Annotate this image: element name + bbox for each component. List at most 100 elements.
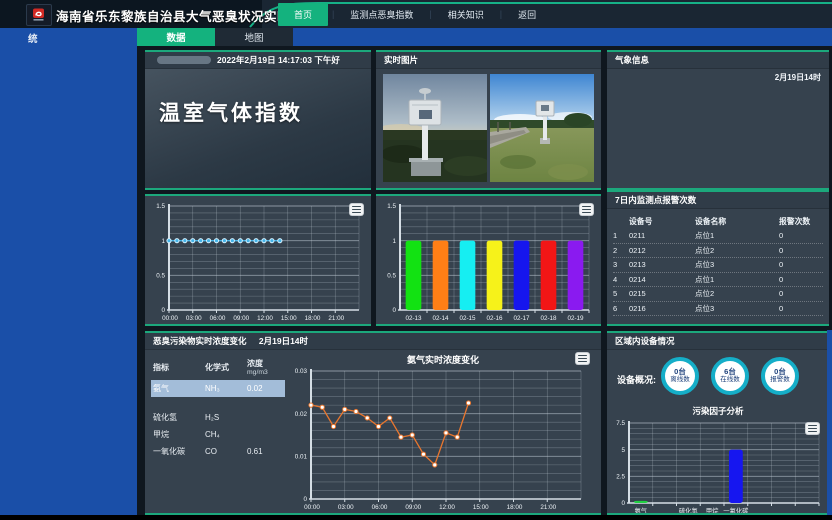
chart-menu-icon[interactable] [580, 204, 593, 215]
left-blue-band-foot [0, 455, 146, 515]
svg-text:02-15: 02-15 [459, 315, 476, 322]
weather-title: 气象信息 [607, 52, 829, 69]
dashboard-content: 2022年2月19日 14:17:03 下午好 温室气体指数 实时图片 [137, 46, 832, 515]
svg-text:02-18: 02-18 [540, 315, 557, 322]
alarm-table: 设备号 设备名称 报警次数 10211 点位10 20212 点位20 3021… [613, 214, 823, 316]
pollution-factor-title: 污染因子分析 [607, 405, 829, 417]
pollutant-table-header: 指标 化学式 浓度mg/m3 [151, 357, 285, 377]
svg-text:02-16: 02-16 [486, 315, 503, 322]
daily-index-bar-chart: 0 0.5 1 1.5 02-13 02-14 02-15 02-16 02-17 02-18 02… [376, 196, 601, 326]
station-photo-dusk [383, 74, 487, 182]
device-panel-title: 区域内设备情况 [607, 333, 829, 350]
svg-text:甲烷: 甲烷 [706, 506, 719, 515]
alarm-count-badge: 0台 报警数 [761, 357, 799, 395]
svg-text:21:00: 21:00 [540, 504, 556, 511]
alarm-table-title: 7日内监测点报警次数 [607, 192, 829, 209]
svg-text:00:00: 00:00 [304, 504, 320, 511]
svg-text:0: 0 [392, 307, 396, 314]
site-logo [26, 4, 52, 26]
greenhouse-index-title: 温室气体指数 [159, 97, 303, 127]
header-pill-decoration [157, 56, 211, 64]
nav-item-home[interactable]: 首页 [278, 3, 328, 26]
svg-text:硫化氢: 硫化氢 [679, 506, 699, 515]
panel-alarm-counts: 7日内监测点报警次数 设备号 设备名称 报警次数 10211 点位10 2021… [607, 190, 829, 326]
tab-row: 统 数据 地图 [0, 28, 832, 46]
svg-text:5: 5 [621, 447, 625, 454]
svg-text:1: 1 [161, 238, 165, 245]
svg-text:15:00: 15:00 [281, 315, 297, 322]
bottom-edge [0, 515, 832, 520]
svg-text:0.03: 0.03 [295, 368, 308, 375]
nav-item-back[interactable]: 返回 [506, 3, 548, 26]
weather-date: 2月19日14时 [775, 72, 821, 83]
pollutant-table: 指标 化学式 浓度mg/m3 氨气 NH₃ 0.02 硫化氢 H₂S 甲烷 CH… [151, 357, 285, 460]
chart-menu-icon[interactable] [350, 204, 363, 215]
table-row: 20212 点位20 [613, 244, 823, 259]
panel-greenhouse-index: 2022年2月19日 14:17:03 下午好 温室气体指数 [145, 50, 371, 190]
svg-text:09:00: 09:00 [233, 315, 249, 322]
tab-map[interactable]: 地图 [215, 28, 293, 46]
svg-text:03:00: 03:00 [186, 315, 202, 322]
offline-count-badge: 0台 离线数 [661, 357, 699, 395]
svg-text:0.5: 0.5 [156, 273, 165, 280]
pollutant-row-h2s[interactable]: 硫化氢 H₂S [151, 409, 285, 426]
svg-text:21:00: 21:00 [328, 315, 344, 322]
svg-text:1.5: 1.5 [387, 203, 396, 210]
pollutant-row-ch4[interactable]: 甲烷 CH₄ [151, 426, 285, 443]
svg-text:02-13: 02-13 [405, 315, 422, 322]
svg-text:02-19: 02-19 [567, 315, 584, 322]
svg-text:12:00: 12:00 [439, 504, 455, 511]
tab-data[interactable]: 数据 [137, 28, 215, 46]
alarm-table-header: 设备号 设备名称 报警次数 [613, 214, 823, 229]
svg-text:12:00: 12:00 [257, 315, 273, 322]
panel-pollutant-concentration: 恶臭污染物实时浓度变化 2月19日14时 指标 化学式 浓度mg/m3 氨气 N… [145, 331, 601, 515]
online-count-badge: 6台 在线数 [711, 357, 749, 395]
svg-text:03:00: 03:00 [338, 504, 354, 511]
unit-label: mg/m3 [247, 369, 287, 376]
panel-live-photos: 实时图片 [376, 50, 601, 190]
pollution-factor-bar-chart: 02.557.5氨气硫化氢甲烷一氧化碳 [607, 419, 829, 515]
pollutant-row-nh3[interactable]: 氨气 NH₃ 0.02 [151, 380, 285, 397]
svg-text:06:00: 06:00 [372, 504, 388, 511]
chart-menu-icon[interactable] [806, 423, 819, 434]
nav-separator: | [332, 9, 334, 19]
main-nav: 首页 | 监测点恶臭指数 | 相关知识 | 返回 [278, 0, 548, 28]
device-overview-label: 设备概况: [617, 373, 656, 386]
svg-text:18:00: 18:00 [507, 504, 523, 511]
panel-weather-info: 气象信息 2月19日14时 [607, 50, 829, 190]
svg-text:06:00: 06:00 [210, 315, 226, 322]
svg-text:02-14: 02-14 [432, 315, 449, 322]
svg-text:00:00: 00:00 [162, 315, 178, 322]
svg-text:18:00: 18:00 [305, 315, 321, 322]
svg-text:7.5: 7.5 [616, 420, 625, 427]
panel-index-line-chart: 0 0.5 1 1.5 00:00 03:00 06:00 09:00 12:00 15:00 18… [145, 194, 371, 326]
pollutant-panel-title: 恶臭污染物实时浓度变化 [153, 336, 247, 346]
table-row: 60216 点位30 [613, 302, 823, 317]
svg-text:氨气: 氨气 [635, 506, 648, 515]
svg-text:0: 0 [303, 496, 307, 503]
right-blue-strip [827, 330, 832, 515]
svg-text:0.02: 0.02 [295, 411, 308, 418]
pollutant-row-co[interactable]: 一氧化碳 CO 0.61 [151, 443, 285, 460]
svg-text:0: 0 [161, 307, 165, 314]
logo-icon [31, 8, 47, 22]
live-photos-title: 实时图片 [376, 52, 601, 69]
chart-menu-icon[interactable] [576, 353, 589, 364]
svg-text:09:00: 09:00 [405, 504, 421, 511]
greenhouse-index-line-chart: 0 0.5 1 1.5 00:00 03:00 06:00 09:00 12:00 15:00 18… [145, 196, 371, 326]
pollutant-panel-date: 2月19日14时 [259, 336, 308, 346]
nh3-concentration-line-chart: 00.010.020.0300:0003:0006:0009:0012:0015… [285, 365, 595, 515]
svg-text:0: 0 [621, 500, 625, 507]
nav-separator: | [429, 9, 431, 19]
nav-item-odor-index[interactable]: 监测点恶臭指数 [338, 3, 425, 26]
nav-separator: | [500, 9, 502, 19]
datetime-greeting: 2022年2月19日 14:17:03 下午好 [217, 52, 340, 68]
page-title-wrap: 统 [28, 31, 38, 45]
nav-item-knowledge[interactable]: 相关知识 [436, 3, 496, 26]
svg-text:2.5: 2.5 [616, 474, 625, 481]
svg-text:02-17: 02-17 [513, 315, 530, 322]
svg-text:1: 1 [392, 238, 396, 245]
panel-daily-bar-chart: 0 0.5 1 1.5 02-13 02-14 02-15 02-16 02-17 02-18 02… [376, 194, 601, 326]
svg-text:1.5: 1.5 [156, 203, 165, 210]
svg-text:0.5: 0.5 [387, 273, 396, 280]
